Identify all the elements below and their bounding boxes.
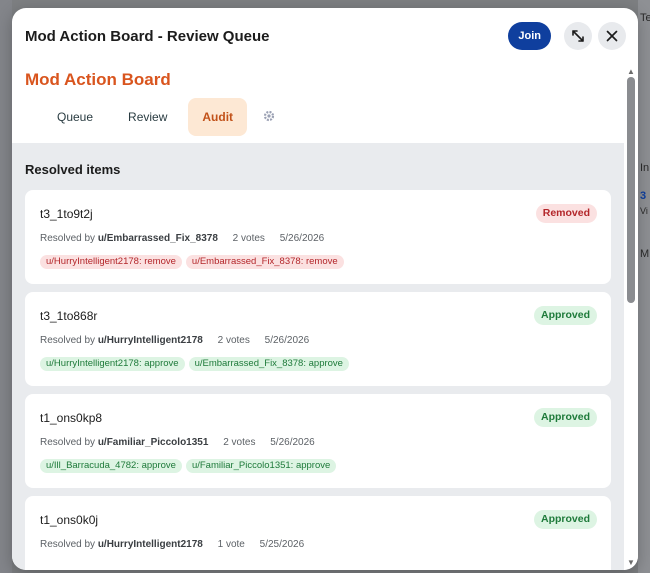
- status-badge: Approved: [533, 510, 597, 529]
- background-right-edge: Te In 3 Vi M: [638, 0, 650, 573]
- vote-chips: u/HurryIntelligent2178: remove u/Embarra…: [40, 255, 348, 269]
- item-meta: Resolved by u/HurryIntelligent2178 2 vot…: [40, 335, 309, 346]
- vote-count: 2 votes: [223, 437, 256, 448]
- resolved-date: 5/25/2026: [259, 539, 305, 550]
- resolved-item-card: t1_ons0k0j Approved Resolved by u/HurryI…: [25, 496, 611, 570]
- modal-title: Mod Action Board - Review Queue: [25, 27, 270, 45]
- resolver-name: u/HurryIntelligent2178: [97, 539, 203, 550]
- background-left-edge: [0, 0, 12, 573]
- join-button[interactable]: Join: [508, 22, 551, 50]
- bg-text: Te: [640, 12, 650, 24]
- vote-chip: u/HurryIntelligent2178: approve: [40, 357, 185, 371]
- review-queue-modal: Mod Action Board - Review Queue Join Mod…: [12, 8, 638, 570]
- tab-audit[interactable]: Audit: [188, 98, 248, 136]
- resolved-date: 5/26/2026: [279, 233, 325, 244]
- vote-count: 1 vote: [217, 539, 245, 550]
- vote-chip: u/Embarrassed_Fix_8378: remove: [185, 255, 344, 269]
- resolved-item-card: t1_ons0kp8 Approved Resolved by u/Famili…: [25, 394, 611, 488]
- resolved-prefix: Resolved by: [40, 233, 96, 244]
- tab-queue[interactable]: Queue: [43, 98, 107, 136]
- modal-scrollbar[interactable]: ▲ ▼: [624, 64, 638, 570]
- item-id[interactable]: t3_1to9t2j: [40, 207, 93, 221]
- settings-gear-icon[interactable]: [262, 109, 276, 126]
- scroll-down-icon[interactable]: ▼: [627, 558, 635, 567]
- bg-text: 3: [640, 190, 647, 202]
- vote-chip: u/Embarrassed_Fix_8378: approve: [188, 357, 349, 371]
- vote-count: 2 votes: [232, 233, 265, 244]
- status-badge: Approved: [533, 408, 597, 427]
- vote-chip: u/HurryIntelligent2178: remove: [40, 255, 182, 269]
- item-meta: Resolved by u/Familiar_Piccolo1351 2 vot…: [40, 437, 315, 448]
- resolved-item-card: t3_1to9t2j Removed Resolved by u/Embarra…: [25, 190, 611, 284]
- item-id[interactable]: t3_1to868r: [40, 309, 97, 323]
- vote-chips: u/Ill_Barracuda_4782: approve u/Familiar…: [40, 459, 340, 473]
- resolver-name: u/Familiar_Piccolo1351: [97, 437, 209, 448]
- bg-text: M: [640, 248, 650, 260]
- vote-chip: u/Familiar_Piccolo1351: approve: [185, 459, 337, 473]
- resolved-prefix: Resolved by: [40, 539, 96, 550]
- status-badge: Removed: [535, 204, 597, 223]
- item-meta: Resolved by u/Embarrassed_Fix_8378 2 vot…: [40, 233, 324, 244]
- expand-icon: [572, 30, 584, 42]
- vote-chips: u/HurryIntelligent2178: approve u/Embarr…: [40, 357, 353, 371]
- resolved-item-card: t3_1to868r Approved Resolved by u/HurryI…: [25, 292, 611, 386]
- expand-button[interactable]: [564, 22, 592, 50]
- tab-review[interactable]: Review: [114, 98, 181, 136]
- item-meta: Resolved by u/HurryIntelligent2178 1 vot…: [40, 539, 304, 550]
- item-id[interactable]: t1_ons0kp8: [40, 411, 102, 425]
- resolved-date: 5/26/2026: [264, 335, 310, 346]
- resolved-prefix: Resolved by: [40, 335, 96, 346]
- close-icon: [606, 30, 618, 42]
- board-title: Mod Action Board: [25, 70, 171, 89]
- resolved-prefix: Resolved by: [40, 437, 96, 448]
- audit-content: Resolved items t3_1to9t2j Removed Resolv…: [12, 143, 624, 570]
- item-id[interactable]: t1_ons0k0j: [40, 513, 98, 527]
- close-button[interactable]: [598, 22, 626, 50]
- scroll-thumb[interactable]: [627, 77, 635, 303]
- section-title: Resolved items: [25, 162, 121, 177]
- tab-bar: Queue Review Audit: [43, 98, 276, 136]
- modal-header: Mod Action Board - Review Queue Join: [12, 8, 638, 64]
- resolver-name: u/Embarrassed_Fix_8378: [97, 233, 218, 244]
- scroll-up-icon[interactable]: ▲: [627, 67, 635, 76]
- status-badge: Approved: [533, 306, 597, 325]
- resolver-name: u/HurryIntelligent2178: [97, 335, 203, 346]
- vote-count: 2 votes: [217, 335, 250, 346]
- bg-text: In: [640, 162, 650, 174]
- vote-chip: u/Ill_Barracuda_4782: approve: [40, 459, 182, 473]
- bg-text: Vi: [640, 206, 648, 216]
- resolved-date: 5/26/2026: [270, 437, 315, 448]
